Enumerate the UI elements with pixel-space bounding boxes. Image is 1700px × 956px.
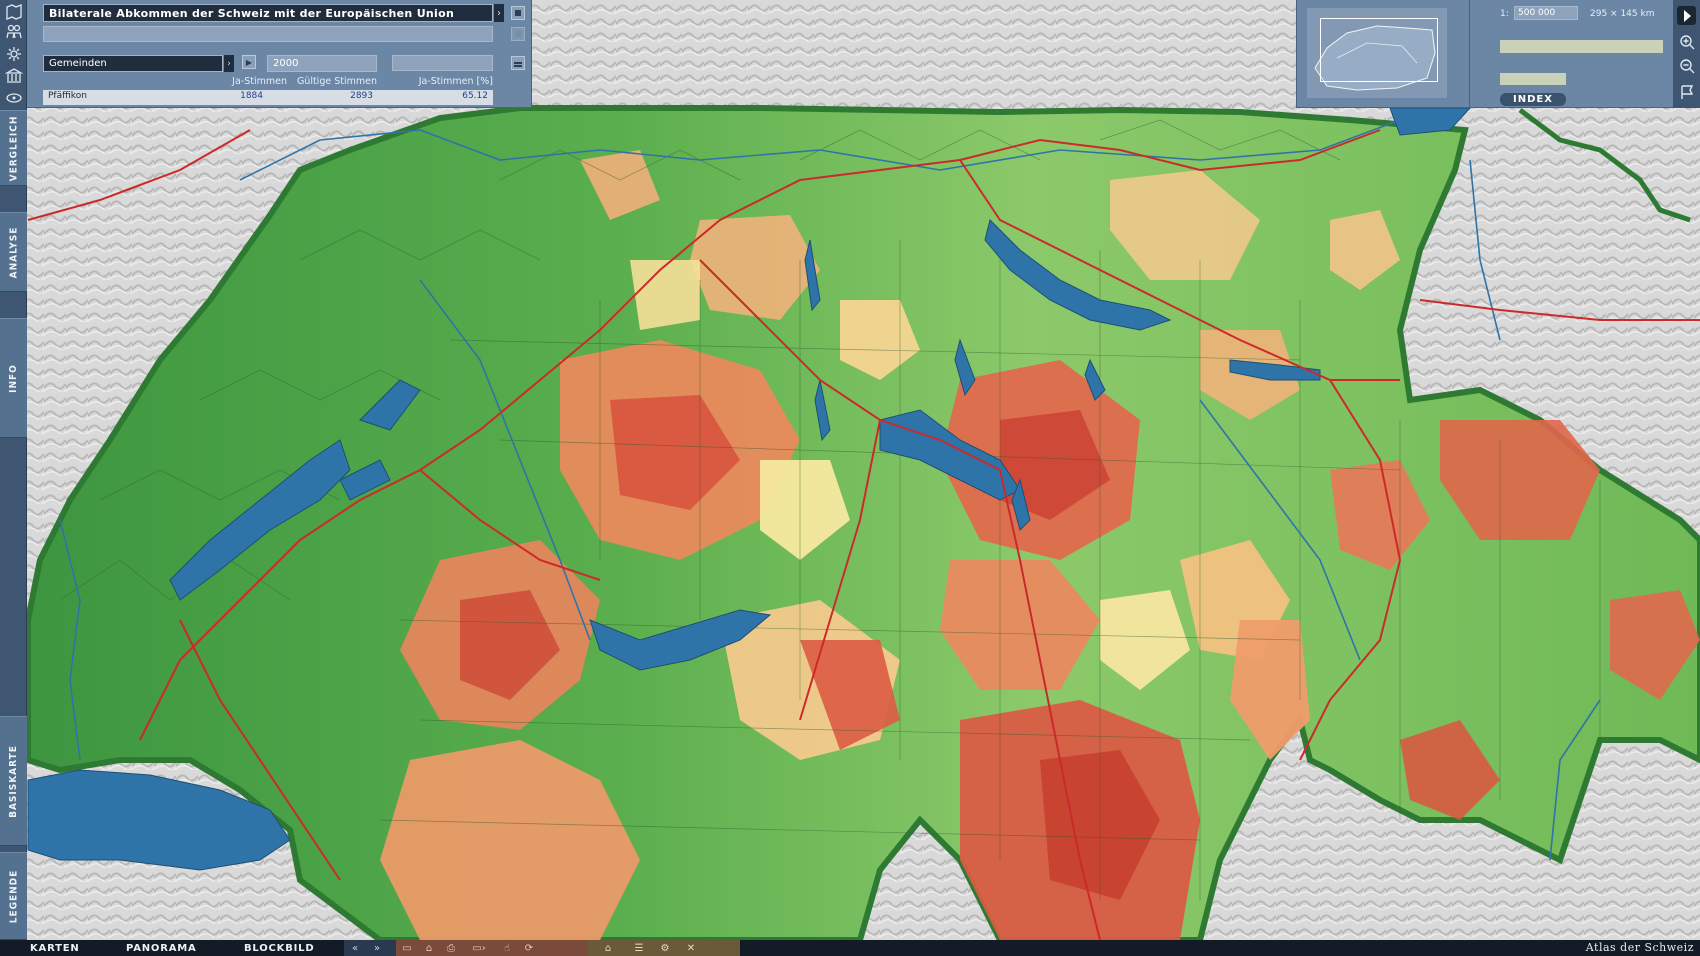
map-extent: 295 × 145 km — [1590, 9, 1655, 19]
layers-icon[interactable] — [2, 88, 25, 108]
tab-basiskarte[interactable]: BASISKARTE — [0, 716, 27, 846]
map-title[interactable]: Bilaterale Abkommen der Schweiz mit der … — [43, 4, 493, 22]
app-tools: ⌂ ☰ ⚙ ✕ — [588, 940, 740, 956]
right-toolbar — [1673, 0, 1700, 108]
theme-select-button[interactable] — [511, 6, 525, 20]
level-select[interactable]: Gemeinden — [43, 55, 223, 72]
year-field[interactable]: 2000 — [267, 55, 377, 72]
tab-legende[interactable]: LEGENDE — [0, 852, 27, 940]
table-row[interactable]: Pfäffikon 1884 2893 65.12 — [43, 90, 493, 105]
title-next-arrow[interactable]: › — [494, 4, 504, 22]
zoom-out-icon[interactable] — [1677, 56, 1696, 75]
lock-icon[interactable]: ⌂ — [418, 940, 440, 956]
flag-icon[interactable] — [1677, 82, 1696, 101]
level-select-arrow[interactable]: › — [224, 55, 234, 72]
rotate-icon[interactable]: ⟳ — [518, 940, 540, 956]
list-icon[interactable]: ☰ — [628, 940, 650, 956]
pointer-tool-icon[interactable]: ☝ — [496, 940, 518, 956]
left-toolbar: VERGLEICH ANALYSE INFO BASISKARTE LEGEND… — [0, 0, 27, 940]
overview-panel — [1296, 0, 1469, 108]
history-tools: « » — [344, 940, 396, 956]
column-header-gueltig: Gültige Stimmen — [296, 76, 377, 87]
page-icon[interactable]: ▭ — [396, 940, 418, 956]
tab-karten[interactable]: KARTEN — [30, 940, 80, 956]
tab-vergleich[interactable]: VERGLEICH — [0, 110, 27, 186]
tab-info[interactable]: INFO — [0, 318, 27, 438]
column-header-ja: Ja-Stimmen — [232, 76, 287, 87]
bank-icon[interactable] — [2, 66, 25, 86]
export-icon[interactable]: ▭› — [462, 940, 496, 956]
scale-panel: 1: 500 000 295 × 145 km INDEX — [1469, 0, 1673, 108]
people-icon[interactable] — [2, 22, 25, 42]
settings-icon[interactable] — [2, 44, 25, 64]
index-button[interactable]: INDEX — [1500, 93, 1566, 106]
pointer-icon[interactable] — [1677, 6, 1696, 25]
table-button[interactable] — [511, 56, 525, 70]
options-icon[interactable]: ⚙ — [650, 940, 680, 956]
tab-analyse[interactable]: ANALYSE — [0, 212, 27, 292]
search-field[interactable] — [1500, 40, 1663, 53]
tab-blockbild[interactable]: BLOCKBILD — [244, 940, 314, 956]
row-name: Pfäffikon — [48, 91, 87, 101]
zoom-in-icon[interactable] — [1677, 32, 1696, 51]
scale-input[interactable]: 500 000 — [1514, 6, 1578, 20]
overview-frame[interactable] — [1320, 18, 1438, 82]
home-icon[interactable]: ⌂ — [588, 940, 628, 956]
overview-map[interactable] — [1307, 8, 1447, 98]
search-result-field[interactable] — [1500, 73, 1566, 85]
document-tools: ▭ ⌂ ⎙ ▭› ☝ ⟳ — [396, 940, 588, 956]
scale-prefix: 1: — [1500, 9, 1509, 19]
theme-panel: Bilaterale Abkommen der Schweiz mit der … — [27, 0, 532, 108]
forward-icon[interactable]: » — [366, 940, 388, 956]
choropleth-map[interactable] — [0, 0, 1700, 956]
map-icon[interactable] — [2, 2, 25, 22]
subtitle-button[interactable] — [511, 27, 525, 41]
column-header-prozent: Ja-Stimmen [%] — [418, 76, 493, 87]
back-icon[interactable]: « — [344, 940, 366, 956]
row-ja: 1884 — [240, 91, 263, 101]
bottom-bar: KARTEN PANORAMA BLOCKBILD « » ▭ ⌂ ⎙ ▭› ☝… — [0, 940, 1700, 956]
subtitle-field[interactable] — [43, 26, 493, 42]
tab-panorama[interactable]: PANORAMA — [126, 940, 197, 956]
close-icon[interactable]: ✕ — [680, 940, 702, 956]
row-prozent: 65.12 — [462, 91, 488, 101]
play-button[interactable]: ▶ — [242, 55, 256, 69]
row-gueltig: 2893 — [350, 91, 373, 101]
print-icon[interactable]: ⎙ — [440, 940, 462, 956]
year-compare-field[interactable] — [392, 55, 493, 71]
brand-logo: Atlas der Schweiz — [1585, 941, 1694, 954]
